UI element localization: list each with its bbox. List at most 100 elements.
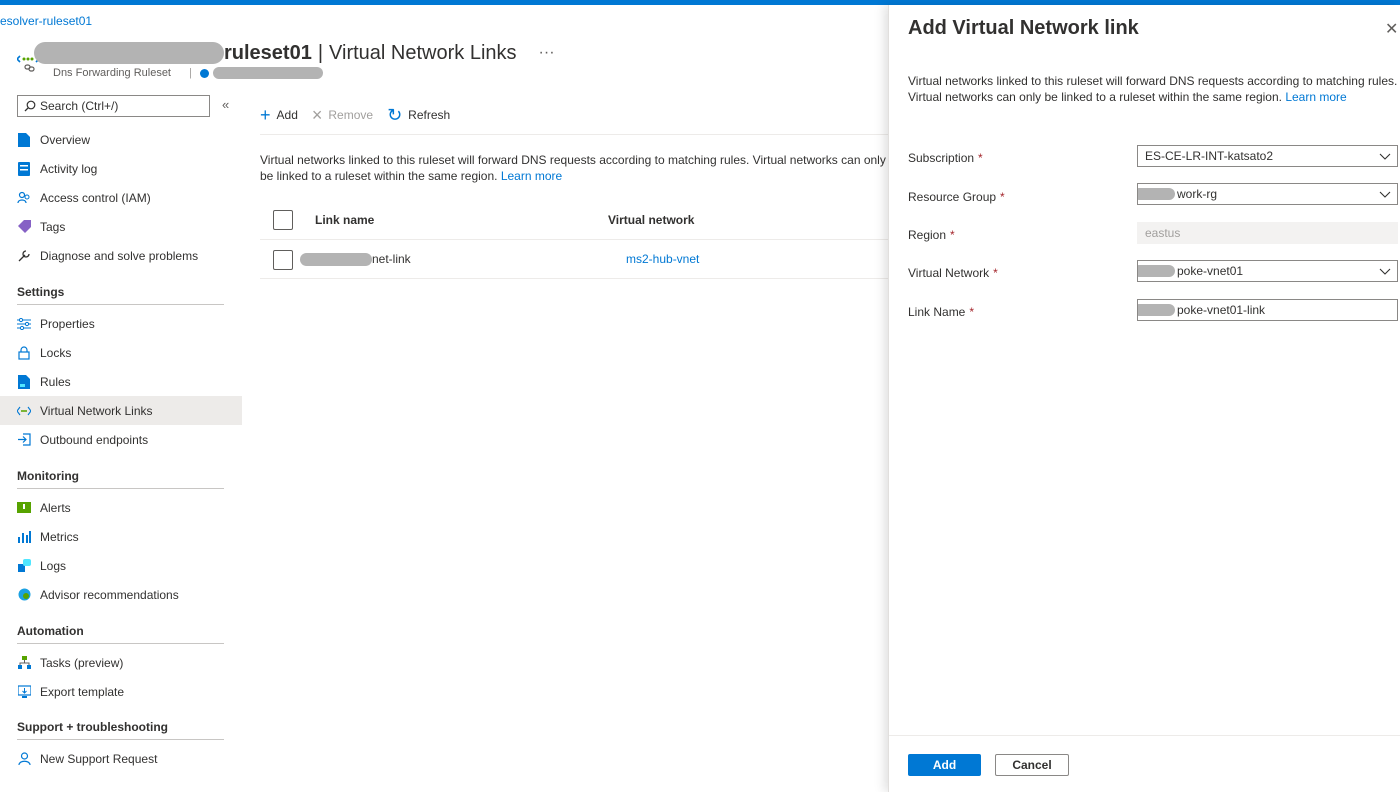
link-name-input[interactable]: poke-vnet01-link [1137, 299, 1398, 321]
sidebar-item-label: Outbound endpoints [40, 432, 149, 447]
link-name-input-value: poke-vnet01-link [1177, 303, 1266, 317]
sidebar-item-access-control[interactable]: Access control (IAM) [0, 183, 242, 212]
close-icon: × [311, 105, 323, 125]
logs-icon [17, 559, 31, 573]
cancel-button[interactable]: Cancel [995, 754, 1069, 776]
link-name-cell: net-link [300, 252, 411, 266]
row-checkbox[interactable] [273, 250, 293, 270]
breadcrumb[interactable]: esolver-ruleset01 [0, 14, 92, 28]
required-mark: * [1000, 190, 1005, 204]
sidebar-item-advisor[interactable]: Advisor recommendations [0, 580, 242, 609]
virtual-network-dropdown[interactable]: poke-vnet01 [1137, 260, 1398, 282]
export-icon [17, 685, 31, 699]
sidebar-item-rules[interactable]: Rules [0, 367, 242, 396]
page-title: ruleset01 | Virtual Network Links ··· [34, 38, 555, 68]
endpoint-icon [17, 433, 31, 447]
plus-icon: + [260, 105, 271, 125]
search-input[interactable]: Search (Ctrl+/) [17, 95, 210, 117]
remove-button[interactable]: × Remove [312, 106, 373, 124]
sidebar-item-label: Rules [40, 374, 71, 389]
panel-learn-more-link[interactable]: Learn more [1285, 90, 1346, 104]
description-body: Virtual networks linked to this ruleset … [260, 153, 886, 183]
sidebar-item-overview[interactable]: Overview [0, 125, 242, 154]
sidebar-item-locks[interactable]: Locks [0, 338, 242, 367]
column-header-virtual-network[interactable]: Virtual network [608, 213, 694, 227]
collapse-nav-button[interactable]: « [222, 97, 229, 112]
support-icon [17, 752, 31, 766]
sidebar-item-new-support-request[interactable]: New Support Request [0, 744, 242, 773]
redacted-text [1138, 188, 1175, 200]
search-icon [24, 100, 36, 112]
sidebar-item-tasks[interactable]: Tasks (preview) [0, 648, 242, 677]
virtual-network-label: Virtual Network * [908, 266, 998, 280]
sidebar-item-label: Tasks (preview) [40, 655, 124, 670]
sidebar-item-tags[interactable]: Tags [0, 212, 242, 241]
page-title-separator: | [317, 41, 324, 64]
close-panel-button[interactable]: ✕ [1385, 19, 1398, 39]
sidebar-item-metrics[interactable]: Metrics [0, 522, 242, 551]
sidebar-item-alerts[interactable]: Alerts [0, 493, 242, 522]
info-icon[interactable] [199, 68, 209, 78]
sidebar-item-export-template[interactable]: Export template [0, 677, 242, 706]
sidebar-item-activity-log[interactable]: Activity log [0, 154, 242, 183]
sidebar-item-label: Locks [40, 345, 72, 360]
sidebar-item-logs[interactable]: Logs [0, 551, 242, 580]
sidebar-item-virtual-network-links[interactable]: Virtual Network Links [0, 396, 242, 425]
sidebar-item-label: Alerts [40, 500, 71, 515]
more-options-button[interactable]: ··· [539, 44, 555, 62]
page-title-blade: Virtual Network Links [329, 41, 517, 64]
nav-section-monitoring: Monitoring [17, 469, 224, 489]
sidebar-item-label: Export template [40, 684, 125, 699]
select-all-checkbox[interactable] [273, 210, 293, 230]
required-mark: * [950, 228, 955, 242]
region-label: Region * [908, 228, 955, 242]
region-label-text: Region [908, 228, 947, 242]
region-field: eastus [1137, 222, 1398, 244]
subtitle-separator: | [189, 67, 192, 79]
resource-group-dropdown[interactable]: work-rg [1137, 183, 1398, 205]
learn-more-link[interactable]: Learn more [501, 169, 562, 183]
vnet-icon [17, 404, 31, 418]
table-row[interactable]: net-link ms2-hub-vnet [260, 240, 888, 279]
table-header: Link name Virtual network [260, 200, 888, 240]
sidebar-item-label: Tags [40, 219, 66, 234]
resource-type: Dns Forwarding Ruleset | [53, 67, 323, 79]
sidebar-item-label: Activity log [40, 161, 98, 176]
page-title-resource: ruleset01 [224, 41, 312, 64]
nav-section-automation: Automation [17, 624, 224, 644]
subscription-value: ES-CE-LR-INT-katsato2 [1145, 149, 1274, 163]
sliders-icon [17, 317, 31, 331]
subscription-label-text: Subscription [908, 151, 975, 165]
add-button[interactable]: + Add [260, 106, 298, 124]
chevron-down-icon [1379, 191, 1391, 198]
resource-group-label-text: Resource Group [908, 190, 997, 204]
alert-icon [17, 501, 31, 515]
panel-title: Add Virtual Network link [908, 17, 1139, 39]
sidebar-item-outbound-endpoints[interactable]: Outbound endpoints [0, 425, 242, 454]
sidebar-item-properties[interactable]: Properties [0, 309, 242, 338]
search-placeholder: Search (Ctrl+/) [40, 99, 119, 113]
panel-description: Virtual networks linked to this ruleset … [908, 73, 1398, 105]
lock-icon [17, 345, 31, 360]
subscription-dropdown[interactable]: ES-CE-LR-INT-katsato2 [1137, 145, 1398, 167]
redacted-directory [212, 67, 323, 79]
sidebar-item-diagnose[interactable]: Diagnose and solve problems [0, 241, 242, 270]
panel-footer-divider [889, 735, 1400, 736]
refresh-button[interactable]: ↻ Refresh [387, 106, 450, 124]
command-bar: + Add × Remove ↻ Refresh [260, 100, 464, 130]
activity-log-icon [17, 161, 31, 176]
virtual-network-link[interactable]: ms2-hub-vnet [626, 252, 699, 266]
command-bar-divider [260, 134, 888, 135]
add-button[interactable]: Add [908, 754, 981, 776]
redacted-text [1138, 304, 1175, 316]
sidebar-item-label: Overview [40, 132, 91, 147]
sidebar-item-label: New Support Request [40, 751, 158, 766]
nav-section-settings: Settings [17, 285, 224, 305]
rules-icon [17, 374, 31, 389]
column-header-link-name[interactable]: Link name [315, 213, 374, 227]
virtual-network-label-text: Virtual Network [908, 266, 990, 280]
refresh-label: Refresh [408, 108, 451, 122]
refresh-icon: ↻ [387, 105, 403, 125]
sidebar-item-label: Virtual Network Links [40, 403, 153, 418]
sidebar-item-label: Metrics [40, 529, 79, 544]
